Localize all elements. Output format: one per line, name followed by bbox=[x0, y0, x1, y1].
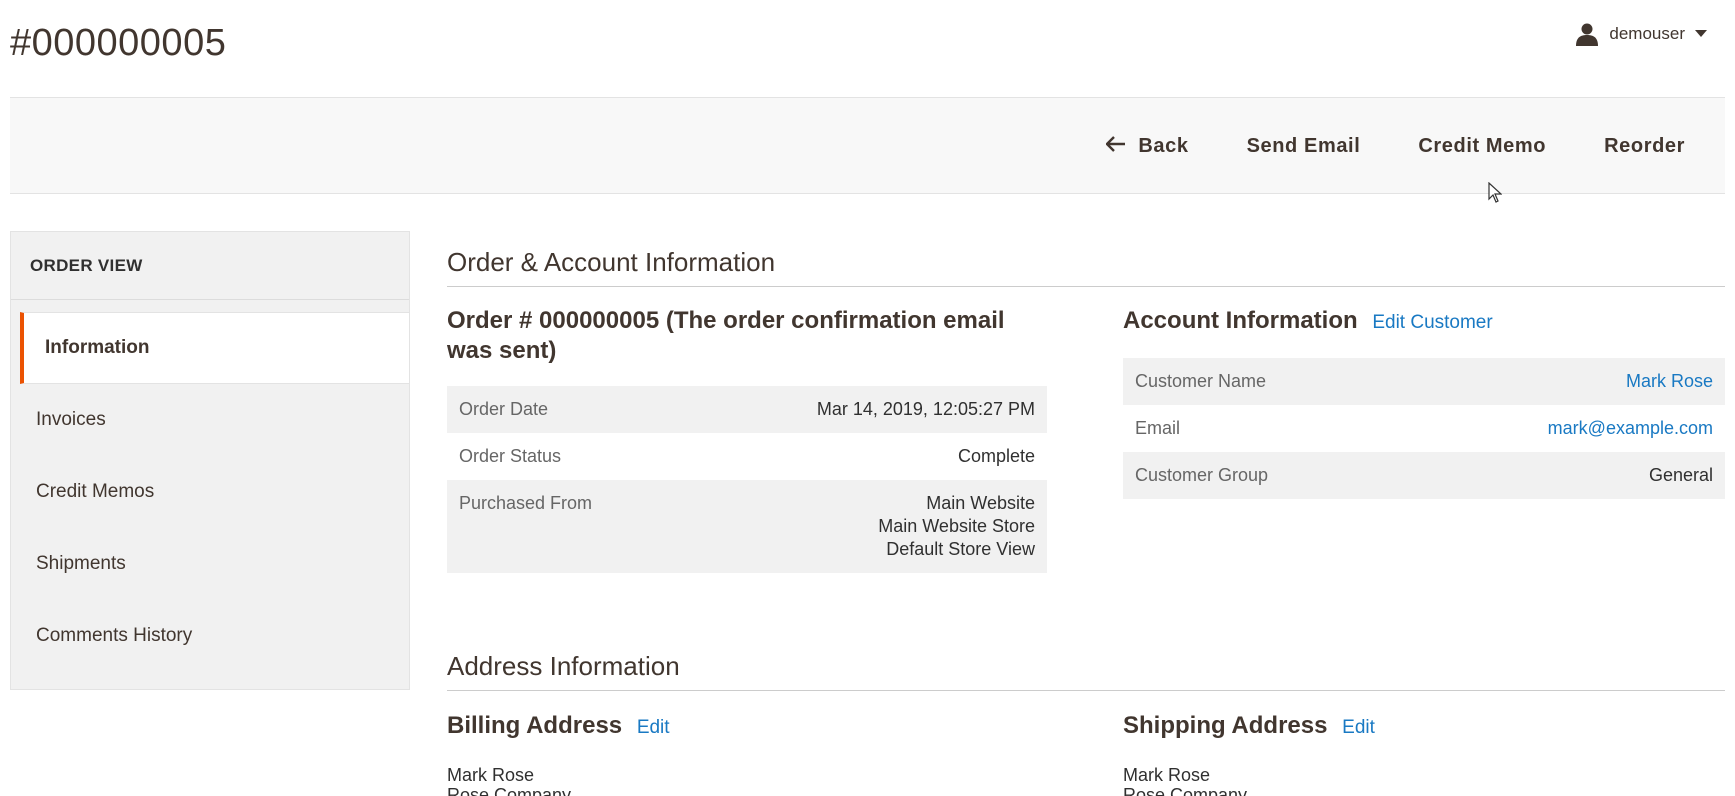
sidebar-item-shipments[interactable]: Shipments bbox=[11, 528, 409, 600]
billing-address-block: Billing Address Edit Mark Rose Rose Comp… bbox=[447, 711, 1047, 796]
order-information-block: Order # 000000005 (The order confirmatio… bbox=[447, 306, 1047, 573]
order-status-value: Complete bbox=[957, 446, 1035, 466]
customer-group-label: Customer Group bbox=[1123, 452, 1396, 499]
sidebar-title: ORDER VIEW bbox=[11, 232, 409, 300]
arrow-left-icon bbox=[1105, 135, 1126, 158]
shipping-address-heading: Shipping Address bbox=[1123, 712, 1328, 739]
sidebar-item-credit-memos[interactable]: Credit Memos bbox=[11, 456, 409, 528]
purchased-from-label: Purchased From bbox=[447, 480, 684, 573]
edit-customer-link[interactable]: Edit Customer bbox=[1372, 312, 1492, 333]
username: demouser bbox=[1609, 24, 1685, 43]
purchased-from-store: Main Website Store bbox=[878, 516, 1035, 536]
table-row: Customer Group General bbox=[1123, 452, 1725, 499]
email-link[interactable]: mark@example.com bbox=[1396, 405, 1725, 452]
user-icon bbox=[1575, 22, 1599, 46]
customer-name-link[interactable]: Mark Rose bbox=[1395, 358, 1725, 405]
reorder-button[interactable]: Reorder bbox=[1575, 98, 1685, 195]
shipping-address-title: Shipping Address Edit bbox=[1123, 711, 1723, 743]
billing-address-lines: Mark Rose Rose Company bbox=[447, 765, 1047, 796]
mouse-cursor-icon bbox=[1488, 181, 1503, 209]
billing-address-name: Mark Rose bbox=[447, 765, 535, 785]
edit-billing-address-link[interactable]: Edit bbox=[637, 717, 670, 738]
billing-address-heading: Billing Address bbox=[447, 712, 623, 739]
send-email-button[interactable]: Send Email bbox=[1218, 98, 1390, 195]
page-title: #000000005 bbox=[10, 22, 227, 64]
sidebar-item-information[interactable]: Information bbox=[20, 312, 409, 384]
sidebar-item-invoices[interactable]: Invoices bbox=[11, 384, 409, 456]
order-date-label: Order Date bbox=[447, 386, 684, 433]
edit-shipping-address-link[interactable]: Edit bbox=[1342, 717, 1375, 738]
order-date-value: Mar 14, 2019, 12:05:27 PM bbox=[683, 386, 1047, 433]
table-row: Customer Name Mark Rose bbox=[1123, 358, 1725, 405]
address-section: Address Information bbox=[447, 651, 1725, 691]
back-button[interactable]: Back bbox=[1077, 98, 1217, 195]
shipping-address-company: Rose Company bbox=[1123, 785, 1248, 796]
order-account-section-title: Order & Account Information bbox=[447, 247, 1725, 287]
shipping-address-block: Shipping Address Edit Mark Rose Rose Com… bbox=[1123, 711, 1723, 796]
purchased-from-store-view: Default Store View bbox=[886, 539, 1035, 559]
chevron-down-icon bbox=[1695, 30, 1707, 38]
order-title: Order # 000000005 (The order confirmatio… bbox=[447, 307, 1005, 364]
billing-address-company: Rose Company bbox=[447, 785, 572, 796]
account-information-title: Account Information Edit Customer bbox=[1123, 306, 1725, 338]
account-information-block: Account Information Edit Customer Custom… bbox=[1123, 306, 1725, 499]
back-button-label: Back bbox=[1138, 135, 1189, 157]
billing-address-title: Billing Address Edit bbox=[447, 711, 1047, 743]
purchased-from-website: Main Website bbox=[926, 493, 1035, 513]
order-info-table: Order Date Mar 14, 2019, 12:05:27 PM Ord… bbox=[447, 386, 1047, 573]
address-section-title: Address Information bbox=[447, 651, 1725, 691]
table-row: Email mark@example.com bbox=[1123, 405, 1725, 452]
order-status-label: Order Status bbox=[459, 446, 562, 466]
customer-name-label: Customer Name bbox=[1123, 358, 1396, 405]
account-info-table: Customer Name Mark Rose Email mark@examp… bbox=[1123, 358, 1725, 499]
email-label: Email bbox=[1135, 418, 1181, 438]
sidebar-item-comments-history[interactable]: Comments History bbox=[11, 600, 409, 672]
purchased-from-value: Main Website Main Website Store Default … bbox=[683, 480, 1047, 573]
page-actions-bar: Back Send Email Credit Memo Reorder bbox=[10, 97, 1725, 194]
page-actions: Back Send Email Credit Memo Reorder bbox=[1077, 98, 1685, 195]
user-menu[interactable]: demouser bbox=[1575, 22, 1707, 46]
shipping-address-lines: Mark Rose Rose Company bbox=[1123, 765, 1723, 796]
table-row: Purchased From Main Website Main Website… bbox=[447, 480, 1047, 573]
table-row: Order Status Complete bbox=[447, 433, 1047, 480]
account-information-heading: Account Information bbox=[1123, 307, 1358, 334]
table-row: Order Date Mar 14, 2019, 12:05:27 PM bbox=[447, 386, 1047, 433]
credit-memo-button[interactable]: Credit Memo bbox=[1389, 98, 1575, 195]
customer-group-value: General bbox=[1395, 452, 1725, 499]
order-view-sidebar: ORDER VIEW Information Invoices Credit M… bbox=[10, 231, 410, 690]
shipping-address-name: Mark Rose bbox=[1123, 765, 1211, 785]
order-account-section: Order & Account Information bbox=[447, 247, 1725, 287]
